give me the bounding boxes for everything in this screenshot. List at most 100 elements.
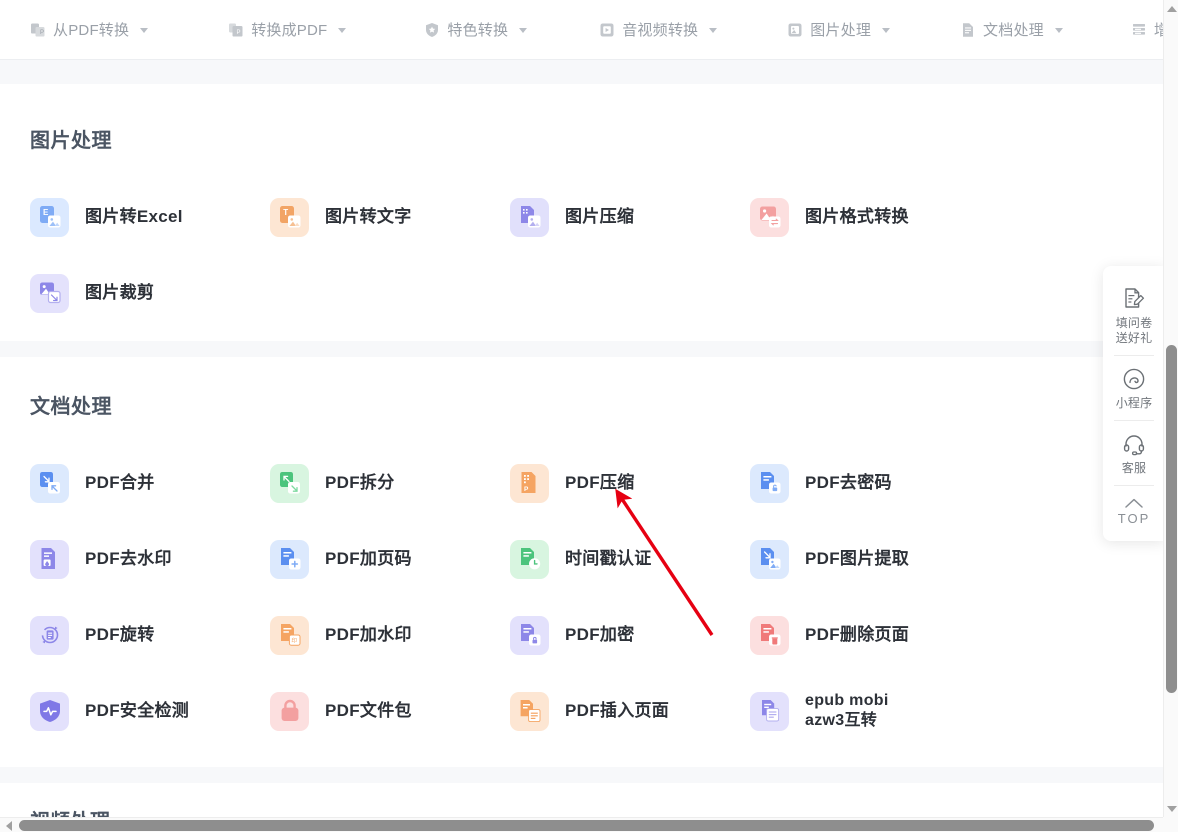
nav-item-convert-from-pdf[interactable]: P 从PDF转换 — [30, 0, 149, 59]
tool-tile-label: PDF插入页面 — [565, 701, 670, 721]
nav-item-label: 图片处理 — [810, 22, 872, 39]
survey-edit-icon — [1120, 285, 1148, 313]
document-processing-tile-grid: PDF合并 PDF拆分 P PDF压缩 PDF去密码 PDF去水印 PDF加页码… — [30, 445, 1143, 749]
image-crop-icon — [30, 273, 69, 313]
dock-item-label: TOP — [1117, 511, 1151, 526]
image-tools-icon — [787, 22, 803, 38]
pdf-convert-from-icon: P — [30, 22, 46, 38]
document-tools-icon — [960, 22, 976, 38]
tool-tile-pdf-delete-page[interactable]: PDF删除页面 — [750, 597, 990, 673]
nav-item-media-convert[interactable]: 音视频转换 — [599, 0, 718, 59]
pdf-delete-page-icon — [750, 615, 789, 655]
floating-side-dock: 填问卷 送好礼 小程序 客服 TOP — [1103, 266, 1165, 541]
page-root: P 从PDF转换 P 转换成PDF 特色转换 音视频转换 图片处理 文档处理 图… — [0, 0, 1178, 832]
tool-tile-image-to-excel[interactable]: E 图片转Excel — [30, 179, 270, 255]
dock-item-survey[interactable]: 填问卷 送好礼 — [1103, 276, 1165, 355]
nav-item-featured-convert[interactable]: 特色转换 — [424, 0, 528, 59]
pdf-insert-page-icon — [510, 691, 549, 731]
image-processing-tile-grid: E 图片转Excel T 图片转文字 图片压缩 图片格式转换 图片裁剪 — [30, 179, 1143, 331]
tool-tile-label: 时间戳认证 — [565, 549, 652, 569]
tool-tile-image-compress[interactable]: 图片压缩 — [510, 179, 750, 255]
document-processing-section: 文档处理 PDF合并 PDF拆分 P PDF压缩 PDF去密码 PDF去水印 P… — [0, 357, 1163, 767]
headset-support-icon — [1120, 430, 1148, 458]
dock-item-label: 小程序 — [1115, 396, 1153, 410]
section-title-document-processing: 文档处理 — [30, 396, 112, 418]
dock-item-customer-service[interactable]: 客服 — [1103, 421, 1165, 485]
nav-item-label: 转换成PDF — [251, 22, 328, 39]
tool-tile-label: 图片压缩 — [565, 207, 635, 227]
tool-tile-label: 图片格式转换 — [805, 207, 909, 227]
pdf-convert-to-icon: P — [228, 22, 244, 38]
nav-item-document-tools[interactable]: 文档处理 — [960, 0, 1063, 59]
tool-tile-pdf-encrypt[interactable]: PDF加密 — [510, 597, 750, 673]
tool-tile-pdf-remove-watermark[interactable]: PDF去水印 — [30, 521, 270, 597]
scrollbar-corner — [1163, 817, 1178, 832]
chevron-down-icon — [882, 28, 891, 33]
tool-tile-label: PDF拆分 — [325, 473, 395, 493]
tool-tile-ebook-convert[interactable]: epub mobi azw3互转 — [750, 673, 990, 749]
chevron-down-icon — [709, 28, 718, 33]
dock-item-label: 客服 — [1121, 461, 1147, 475]
svg-text:T: T — [283, 208, 288, 217]
pdf-extract-image-icon — [750, 539, 789, 579]
dock-item-mini-program[interactable]: 小程序 — [1103, 356, 1165, 420]
pdf-encrypt-icon — [510, 615, 549, 655]
scroll-down-arrow-icon[interactable] — [1164, 800, 1178, 817]
media-convert-icon — [599, 22, 615, 38]
top-navigation-bar: P 从PDF转换 P 转换成PDF 特色转换 音视频转换 图片处理 文档处理 — [0, 0, 1178, 60]
tool-tile-pdf-merge[interactable]: PDF合并 — [30, 445, 270, 521]
tool-tile-pdf-remove-password[interactable]: PDF去密码 — [750, 445, 990, 521]
tool-tile-pdf-rotate[interactable]: PDF旋转 — [30, 597, 270, 673]
image-to-excel-icon: E — [30, 197, 69, 237]
horizontal-scrollbar[interactable] — [0, 817, 1178, 832]
shield-star-icon — [424, 22, 440, 38]
tool-tile-timestamp-certify[interactable]: 时间戳认证 — [510, 521, 750, 597]
pdf-add-watermark-icon: 印 — [270, 615, 309, 655]
tool-tile-label: epub mobi azw3互转 — [805, 692, 889, 729]
scroll-up-arrow-icon[interactable] — [1164, 0, 1178, 17]
tool-tile-label: PDF加页码 — [325, 549, 412, 569]
svg-text:印: 印 — [291, 637, 297, 644]
tool-tile-pdf-security-scan[interactable]: PDF安全检测 — [30, 673, 270, 749]
tool-tile-image-crop[interactable]: 图片裁剪 — [30, 255, 270, 331]
tool-tile-label: PDF安全检测 — [85, 701, 190, 721]
nav-item-label: 文档处理 — [983, 22, 1044, 39]
vertical-scrollbar[interactable] — [1163, 0, 1178, 817]
nav-item-label: 从PDF转换 — [53, 22, 130, 39]
pdf-security-scan-icon — [30, 691, 69, 731]
tool-tile-image-to-text[interactable]: T 图片转文字 — [270, 179, 510, 255]
tool-tile-pdf-add-watermark[interactable]: 印 PDF加水印 — [270, 597, 510, 673]
svg-text:E: E — [43, 208, 49, 217]
tool-tile-pdf-portfolio[interactable]: PDF文件包 — [270, 673, 510, 749]
tool-tile-label: PDF旋转 — [85, 625, 155, 645]
tool-tile-label: PDF图片提取 — [805, 549, 910, 569]
scroll-to-top-icon — [1120, 495, 1148, 511]
dock-item-scroll-to-top[interactable]: TOP — [1103, 486, 1165, 535]
image-format-convert-icon — [750, 197, 789, 237]
vertical-scrollbar-thumb[interactable] — [1166, 345, 1177, 693]
tool-tile-label: PDF压缩 — [565, 473, 635, 493]
tool-tile-label: PDF去水印 — [85, 549, 172, 569]
tool-tile-pdf-add-page-number[interactable]: PDF加页码 — [270, 521, 510, 597]
section-gap — [0, 60, 1163, 84]
section-title-clipped: 视频处理 — [30, 805, 110, 817]
horizontal-scrollbar-thumb[interactable] — [19, 820, 1154, 831]
tool-tile-pdf-split[interactable]: PDF拆分 — [270, 445, 510, 521]
svg-text:P: P — [40, 30, 44, 36]
tool-tile-label: PDF删除页面 — [805, 625, 910, 645]
tool-tile-pdf-compress[interactable]: P PDF压缩 — [510, 445, 750, 521]
tool-tile-label: PDF加密 — [565, 625, 635, 645]
tool-tile-image-format-convert[interactable]: 图片格式转换 — [750, 179, 990, 255]
image-to-text-icon: T — [270, 197, 309, 237]
nav-item-image-tools[interactable]: 图片处理 — [787, 0, 891, 59]
tool-tile-pdf-insert-page[interactable]: PDF插入页面 — [510, 673, 750, 749]
svg-text:P: P — [524, 486, 529, 493]
nav-item-convert-to-pdf[interactable]: P 转换成PDF — [228, 0, 347, 59]
tool-tile-label: PDF加水印 — [325, 625, 412, 645]
tool-tile-pdf-extract-image[interactable]: PDF图片提取 — [750, 521, 990, 597]
pdf-rotate-icon — [30, 615, 69, 655]
chevron-down-icon — [1054, 28, 1063, 33]
pdf-merge-icon — [30, 463, 69, 503]
scroll-left-arrow-icon[interactable] — [0, 818, 17, 832]
pdf-split-icon — [270, 463, 309, 503]
